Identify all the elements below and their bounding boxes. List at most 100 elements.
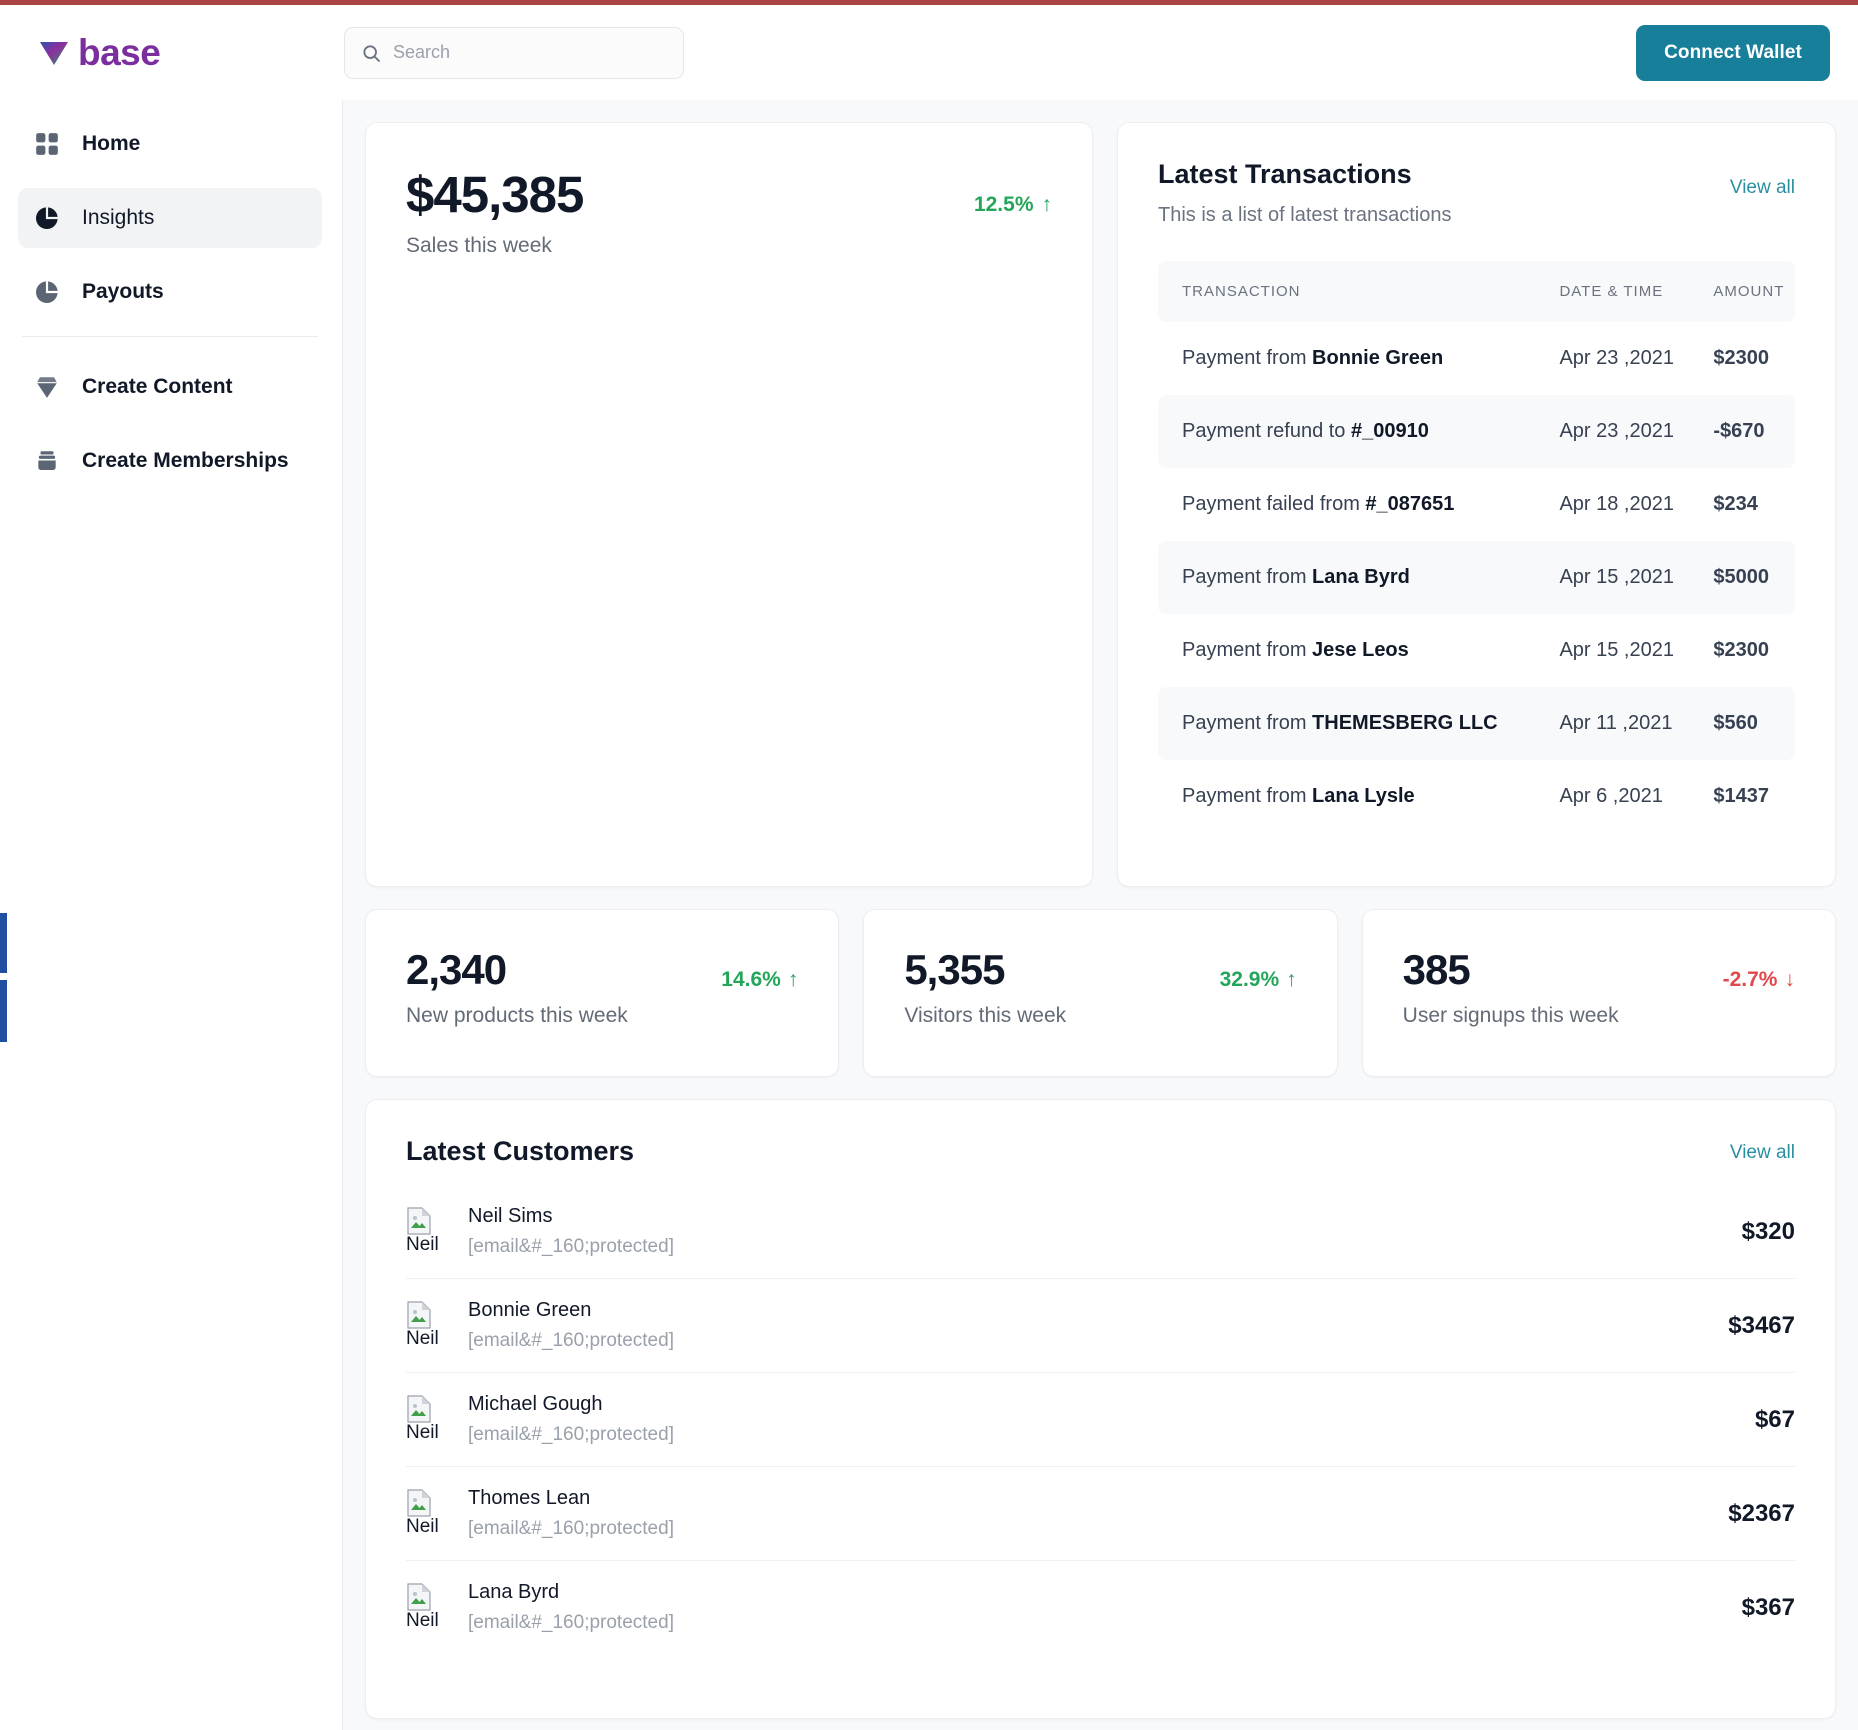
- transaction-row: Payment from THEMESBERG LLC Apr 11 ,2021 $…: [1158, 687, 1795, 760]
- transaction-amount: -$670: [1689, 395, 1795, 468]
- pie-chart-icon: [35, 207, 58, 230]
- transaction-date: Apr 23 ,2021: [1559, 347, 1674, 369]
- customer-amount: $367: [1741, 1593, 1795, 1621]
- overview-row: $45,385 Sales this week 12.5% ↑ Latest T…: [365, 122, 1836, 887]
- transaction-description: Payment refund to #_00910: [1158, 395, 1536, 468]
- transaction-prefix: Payment from: [1182, 566, 1313, 588]
- transaction-prefix: Payment from: [1182, 712, 1313, 734]
- brand-name: base: [78, 32, 161, 73]
- sales-card: $45,385 Sales this week 12.5% ↑: [365, 122, 1093, 887]
- customer-email: [email&#_160;protected]: [468, 1236, 674, 1257]
- sidebar-item-insights[interactable]: Insights: [18, 188, 322, 248]
- stat-delta-value: -2.7%: [1722, 968, 1778, 991]
- transactions-table: TRANSACTION DATE & TIME AMOUNT Payment f…: [1158, 261, 1795, 833]
- broken-image-icon: [407, 1395, 431, 1423]
- transaction-prefix: Payment failed from: [1182, 493, 1366, 515]
- transaction-date: Apr 23 ,2021: [1535, 395, 1690, 468]
- latest-customers-card: Latest Customers View all Neil Neil Sims […: [365, 1099, 1836, 1719]
- customer-amount: $3467: [1728, 1311, 1795, 1339]
- stat-delta: -2.7% ↓: [1723, 946, 1795, 992]
- stat-card-visitors: 5,355 Visitors this week 32.9% ↑: [863, 909, 1338, 1077]
- stat-figure: 2,340: [406, 946, 507, 993]
- stats-row: 2,340 New products this week 14.6% ↑ 5,3…: [365, 909, 1836, 1077]
- stat-delta: 14.6% ↑: [721, 946, 798, 992]
- customer-amount: $67: [1754, 1405, 1795, 1433]
- customer-name: Neil Sims: [468, 1205, 553, 1227]
- transaction-description: Payment from Bonnie Green: [1158, 322, 1535, 395]
- sidebar-divider: [22, 336, 318, 337]
- transaction-row: Payment from Lana Lysle Apr 6 ,2021 $1437: [1158, 760, 1795, 833]
- transaction-amount: $2300: [1713, 347, 1770, 369]
- sidebar-item-label: Insights: [82, 206, 155, 229]
- sidebar-item-label: Create Memberships: [82, 449, 289, 472]
- sidebar-item-create-content[interactable]: Create Content: [18, 357, 322, 417]
- customer-email: [email&#_160;protected]: [468, 1330, 674, 1351]
- stat-label: New products this week: [406, 1004, 628, 1027]
- transaction-prefix: Payment from: [1182, 639, 1313, 661]
- transaction-description: Payment from Jese Leos: [1158, 614, 1535, 687]
- transaction-prefix: Payment refund to: [1182, 420, 1351, 442]
- left-edge-indicator: [0, 980, 7, 1042]
- customer-name: Bonnie Green: [468, 1299, 592, 1321]
- avatar-alt-text: Neil: [406, 1610, 439, 1632]
- avatar: Neil: [406, 1207, 446, 1256]
- transaction-amount: $1437: [1713, 785, 1770, 807]
- search-box[interactable]: [344, 26, 684, 79]
- customer-email: [email&#_160;protected]: [468, 1518, 674, 1539]
- column-header-transaction: TRANSACTION: [1158, 261, 1536, 322]
- transaction-entity: #_087651: [1365, 493, 1455, 515]
- sidebar-item-create-memberships[interactable]: Create Memberships: [18, 431, 322, 491]
- customer-amount: $2367: [1728, 1499, 1795, 1527]
- customer-info: Lana Byrd [email&#_160;protected]: [468, 1581, 674, 1634]
- transaction-entity: Lana Byrd: [1312, 566, 1410, 588]
- column-header-date-time: DATE & TIME: [1535, 261, 1690, 322]
- column-header-amount: AMOUNT: [1689, 261, 1795, 322]
- search-icon: [363, 44, 380, 62]
- transaction-entity: THEMESBERG LLC: [1312, 712, 1498, 734]
- base-logo-icon: [40, 41, 68, 65]
- sidebar: Home Insights Payouts Create Content Cre…: [0, 100, 343, 1730]
- transaction-date: Apr 18 ,2021: [1559, 493, 1674, 515]
- customer-name: Michael Gough: [468, 1393, 603, 1415]
- transaction-entity: Lana Lysle: [1312, 785, 1415, 807]
- brand-logo[interactable]: base: [34, 33, 344, 73]
- search-input[interactable]: [393, 42, 667, 63]
- broken-image-icon: [407, 1583, 431, 1611]
- sidebar-item-label: Create Content: [82, 375, 233, 398]
- customer-info: Thomes Lean [email&#_160;protected]: [468, 1487, 674, 1540]
- sales-subtitle: Sales this week: [406, 234, 552, 257]
- grid-icon: [36, 133, 58, 155]
- transaction-entity: Jese Leos: [1312, 639, 1409, 661]
- stat-figure: 5,355: [904, 946, 1005, 993]
- broken-image-icon: [407, 1207, 431, 1235]
- transaction-date: Apr 15 ,2021: [1559, 639, 1674, 661]
- transaction-amount: $234: [1713, 493, 1758, 515]
- customer-info: Bonnie Green [email&#_160;protected]: [468, 1299, 674, 1352]
- connect-wallet-button[interactable]: Connect Wallet: [1636, 24, 1830, 81]
- top-bar: base Connect Wallet: [0, 5, 1858, 100]
- transaction-date: Apr 6 ,2021: [1559, 785, 1663, 807]
- transaction-prefix: Payment from: [1182, 785, 1313, 807]
- stat-delta: 32.9% ↑: [1220, 946, 1297, 992]
- sidebar-item-home[interactable]: Home: [18, 114, 322, 174]
- gem-icon: [37, 377, 57, 398]
- arrow-up-icon: ↑: [1041, 193, 1053, 216]
- transaction-amount: $2300: [1713, 639, 1770, 661]
- arrow-down-icon: ↓: [1784, 968, 1795, 991]
- transaction-description: Payment failed from #_087651: [1158, 468, 1535, 541]
- customer-name: Lana Byrd: [468, 1581, 560, 1603]
- transaction-date: Apr 15 ,2021: [1535, 541, 1690, 614]
- transactions-view-all-link[interactable]: View all: [1730, 159, 1795, 199]
- customer-row: Neil Neil Sims [email&#_160;protected] $320: [406, 1185, 1795, 1279]
- broken-image-icon: [407, 1489, 431, 1517]
- avatar-alt-text: Neil: [406, 1516, 439, 1538]
- arrow-up-icon: ↑: [1286, 968, 1297, 991]
- main-content: $45,385 Sales this week 12.5% ↑ Latest T…: [343, 100, 1858, 1730]
- sales-delta: 12.5% ↑: [974, 165, 1052, 217]
- avatar-alt-text: Neil: [406, 1422, 439, 1444]
- customers-view-all-link[interactable]: View all: [1730, 1136, 1795, 1164]
- broken-image-icon: [407, 1301, 431, 1329]
- sidebar-item-payouts[interactable]: Payouts: [18, 262, 322, 322]
- transaction-entity: #_00910: [1350, 420, 1429, 442]
- sidebar-item-label: Payouts: [82, 280, 164, 303]
